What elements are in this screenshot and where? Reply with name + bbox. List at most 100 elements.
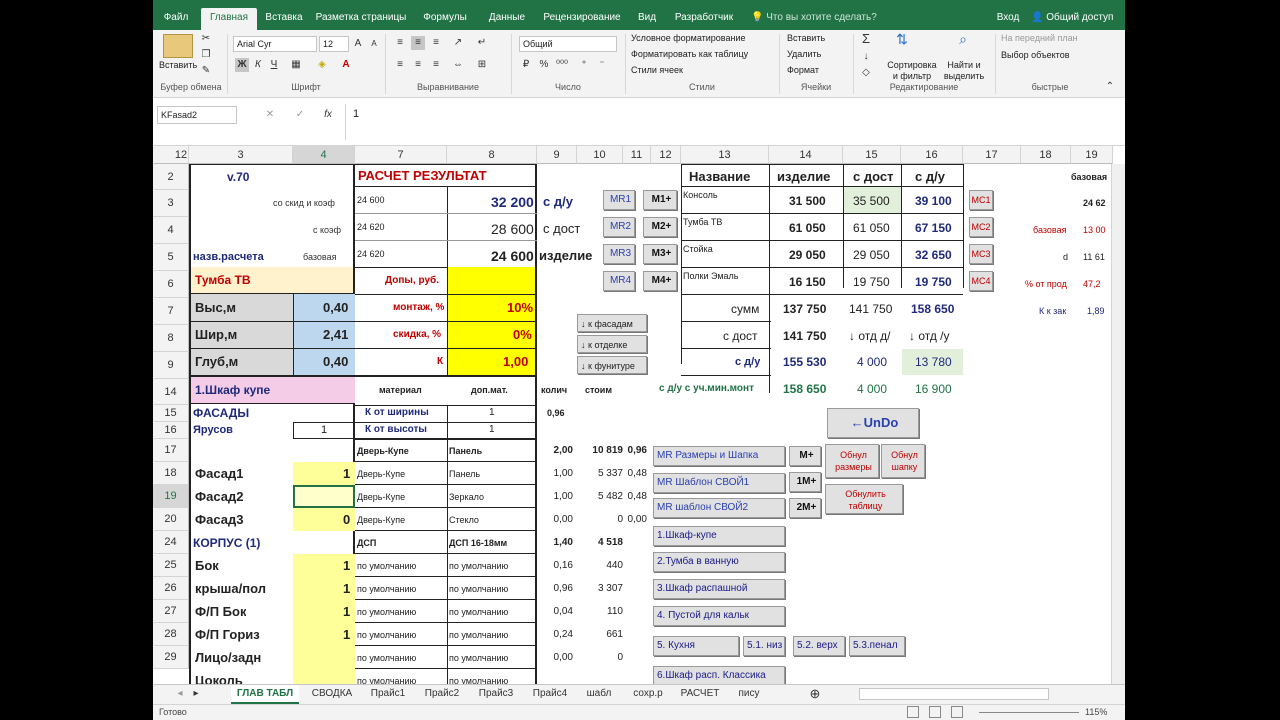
tab-view[interactable]: Вид <box>631 8 663 30</box>
increase-decimal-icon[interactable]: ⁺ <box>577 58 591 72</box>
body-row-input[interactable]: 1 <box>343 601 350 623</box>
decrease-decimal-icon[interactable]: ⁻ <box>595 58 609 72</box>
facade1-input[interactable]: 1 <box>343 463 350 485</box>
align-center-icon[interactable]: ≡ <box>411 58 425 72</box>
sign-in-link[interactable]: Вход <box>995 8 1021 30</box>
col-header[interactable]: 8 <box>447 146 537 164</box>
reset-sizes-button[interactable]: Обнул размеры <box>825 444 879 478</box>
insert-cells-button[interactable]: Вставить <box>787 33 825 43</box>
tab-home[interactable]: Главная <box>201 8 257 30</box>
page-layout-icon[interactable] <box>929 706 941 718</box>
mplus-button[interactable]: M+ <box>789 446 821 466</box>
delete-cells-button[interactable]: Удалить <box>787 49 821 59</box>
add-sheet-icon[interactable]: ⊕ <box>807 685 823 704</box>
m1plus-button[interactable]: 1M+ <box>789 472 821 492</box>
sheet-tab[interactable]: шабл <box>579 685 619 704</box>
tab-formulas[interactable]: Формулы <box>415 8 475 30</box>
reset-head-button[interactable]: Обнул шапку <box>881 444 925 478</box>
body-row-input[interactable]: 1 <box>343 624 350 646</box>
undo-button[interactable]: ←UnDo <box>827 408 919 438</box>
tab-data[interactable]: Данные <box>481 8 533 30</box>
reset-table-button[interactable]: Обнулить таблицу <box>825 484 903 514</box>
merge-center-icon[interactable]: ⊞ <box>475 58 489 72</box>
share-button[interactable]: 👤 Общий доступ <box>1031 8 1113 30</box>
row-header[interactable]: 29 <box>153 646 189 669</box>
row-header[interactable]: 28 <box>153 623 189 646</box>
discount-input[interactable]: 0% <box>513 324 532 346</box>
height-input[interactable]: 0,40 <box>323 297 348 319</box>
page-break-icon[interactable] <box>951 706 963 718</box>
mr1-button[interactable]: MR1 <box>603 190 635 210</box>
row-header[interactable]: 4 <box>153 217 189 244</box>
copy-icon[interactable]: ❐ <box>199 48 213 62</box>
autosum-icon[interactable]: Σ <box>859 32 873 46</box>
col-header[interactable]: 13 <box>681 146 769 164</box>
to-finish-button[interactable]: ↓ к отделке <box>577 335 647 353</box>
row-header[interactable]: 7 <box>153 298 189 325</box>
worksheet-grid[interactable]: 12 3 4 7 8 9 10 11 12 13 14 15 16 17 18 … <box>153 146 1125 684</box>
to-hardware-button[interactable]: ↓ к фунитуре <box>577 356 647 374</box>
align-left-icon[interactable]: ≡ <box>393 58 407 72</box>
mr-own1-button[interactable]: MR Шаблон СВОЙ1 <box>653 473 785 493</box>
find-select-label[interactable]: Найти и выделить <box>941 60 987 82</box>
italic-button[interactable]: К <box>251 58 265 72</box>
normal-view-icon[interactable] <box>907 706 919 718</box>
row-header[interactable]: 14 <box>153 379 189 405</box>
row-header[interactable]: 16 <box>153 422 189 439</box>
sheet-tab[interactable]: СВОДКА <box>303 685 361 704</box>
mr-own2-button[interactable]: MR шаблон СВОЙ2 <box>653 498 785 518</box>
active-cell[interactable] <box>293 485 355 508</box>
col-header[interactable]: 15 <box>843 146 901 164</box>
number-format-select[interactable]: Общий <box>519 36 617 52</box>
mc3-button[interactable]: MC3 <box>969 244 993 264</box>
grow-font-icon[interactable]: A <box>351 37 365 51</box>
m4-button[interactable]: M4+ <box>643 271 677 291</box>
mr3-button[interactable]: MR3 <box>603 244 635 264</box>
font-name-select[interactable]: Arial Cyr <box>233 36 317 52</box>
sheet-tab[interactable]: РАСЧЕТ <box>675 685 725 704</box>
col-header[interactable]: 4 <box>293 146 355 164</box>
col-header[interactable]: 9 <box>537 146 577 164</box>
row-header[interactable]: 9 <box>153 352 189 379</box>
depth-input[interactable]: 0,40 <box>323 351 348 373</box>
next-sheet-icon[interactable]: ▸ <box>189 685 203 704</box>
col-header[interactable]: 17 <box>963 146 1021 164</box>
row-header[interactable]: 26 <box>153 577 189 600</box>
template-button[interactable]: 6.Шкаф расп. Классика <box>653 666 785 684</box>
mc2-button[interactable]: MC2 <box>969 217 993 237</box>
currency-icon[interactable]: ₽ <box>519 58 533 72</box>
cell-styles-button[interactable]: Стили ячеек <box>631 65 683 75</box>
sort-filter-label[interactable]: Сортировка и фильтр <box>887 60 937 82</box>
align-right-icon[interactable]: ≡ <box>429 58 443 72</box>
vertical-scrollbar[interactable] <box>1111 164 1125 684</box>
m2-button[interactable]: M2+ <box>643 217 677 237</box>
template-button[interactable]: 5. Кухня <box>653 636 739 656</box>
prev-sheet-icon[interactable]: ◂ <box>173 685 187 704</box>
bring-front-button[interactable]: На передний план <box>1001 33 1078 43</box>
sheet-tab[interactable]: пису <box>729 685 769 704</box>
underline-button[interactable]: Ч <box>267 58 281 72</box>
item-cell[interactable]: Тумба ТВ <box>191 267 353 294</box>
name-box[interactable]: KFasad2 <box>157 106 237 124</box>
clear-icon[interactable]: ◇ <box>859 66 873 80</box>
orientation-icon[interactable]: ↗ <box>451 36 465 50</box>
m3-button[interactable]: M3+ <box>643 244 677 264</box>
cut-icon[interactable]: ✂ <box>199 32 213 46</box>
template-button[interactable]: 5.3.пенал <box>849 636 905 656</box>
sheet-tab[interactable]: Прайс1 <box>363 685 413 704</box>
format-cells-button[interactable]: Формат <box>787 65 819 75</box>
row-header[interactable]: 20 <box>153 508 189 531</box>
tiers-input[interactable]: 1 <box>321 419 327 441</box>
tab-review[interactable]: Рецензирование <box>539 8 625 30</box>
shrink-font-icon[interactable]: A <box>367 37 381 51</box>
mc4-button[interactable]: MC4 <box>969 271 993 291</box>
mr-sizes-button[interactable]: MR Размеры и Шапка <box>653 446 785 466</box>
align-top-icon[interactable]: ≡ <box>393 36 407 50</box>
sheet-tab[interactable]: Прайс4 <box>525 685 575 704</box>
install-input[interactable]: 10% <box>507 297 533 319</box>
m1-button[interactable]: M1+ <box>643 190 677 210</box>
tell-me-box[interactable]: 💡 Что вы хотите сделать? <box>751 8 877 30</box>
col-header[interactable]: 19 <box>1071 146 1113 164</box>
paste-label[interactable]: Вставить <box>159 60 197 70</box>
body-row-input[interactable]: 1 <box>343 578 350 600</box>
